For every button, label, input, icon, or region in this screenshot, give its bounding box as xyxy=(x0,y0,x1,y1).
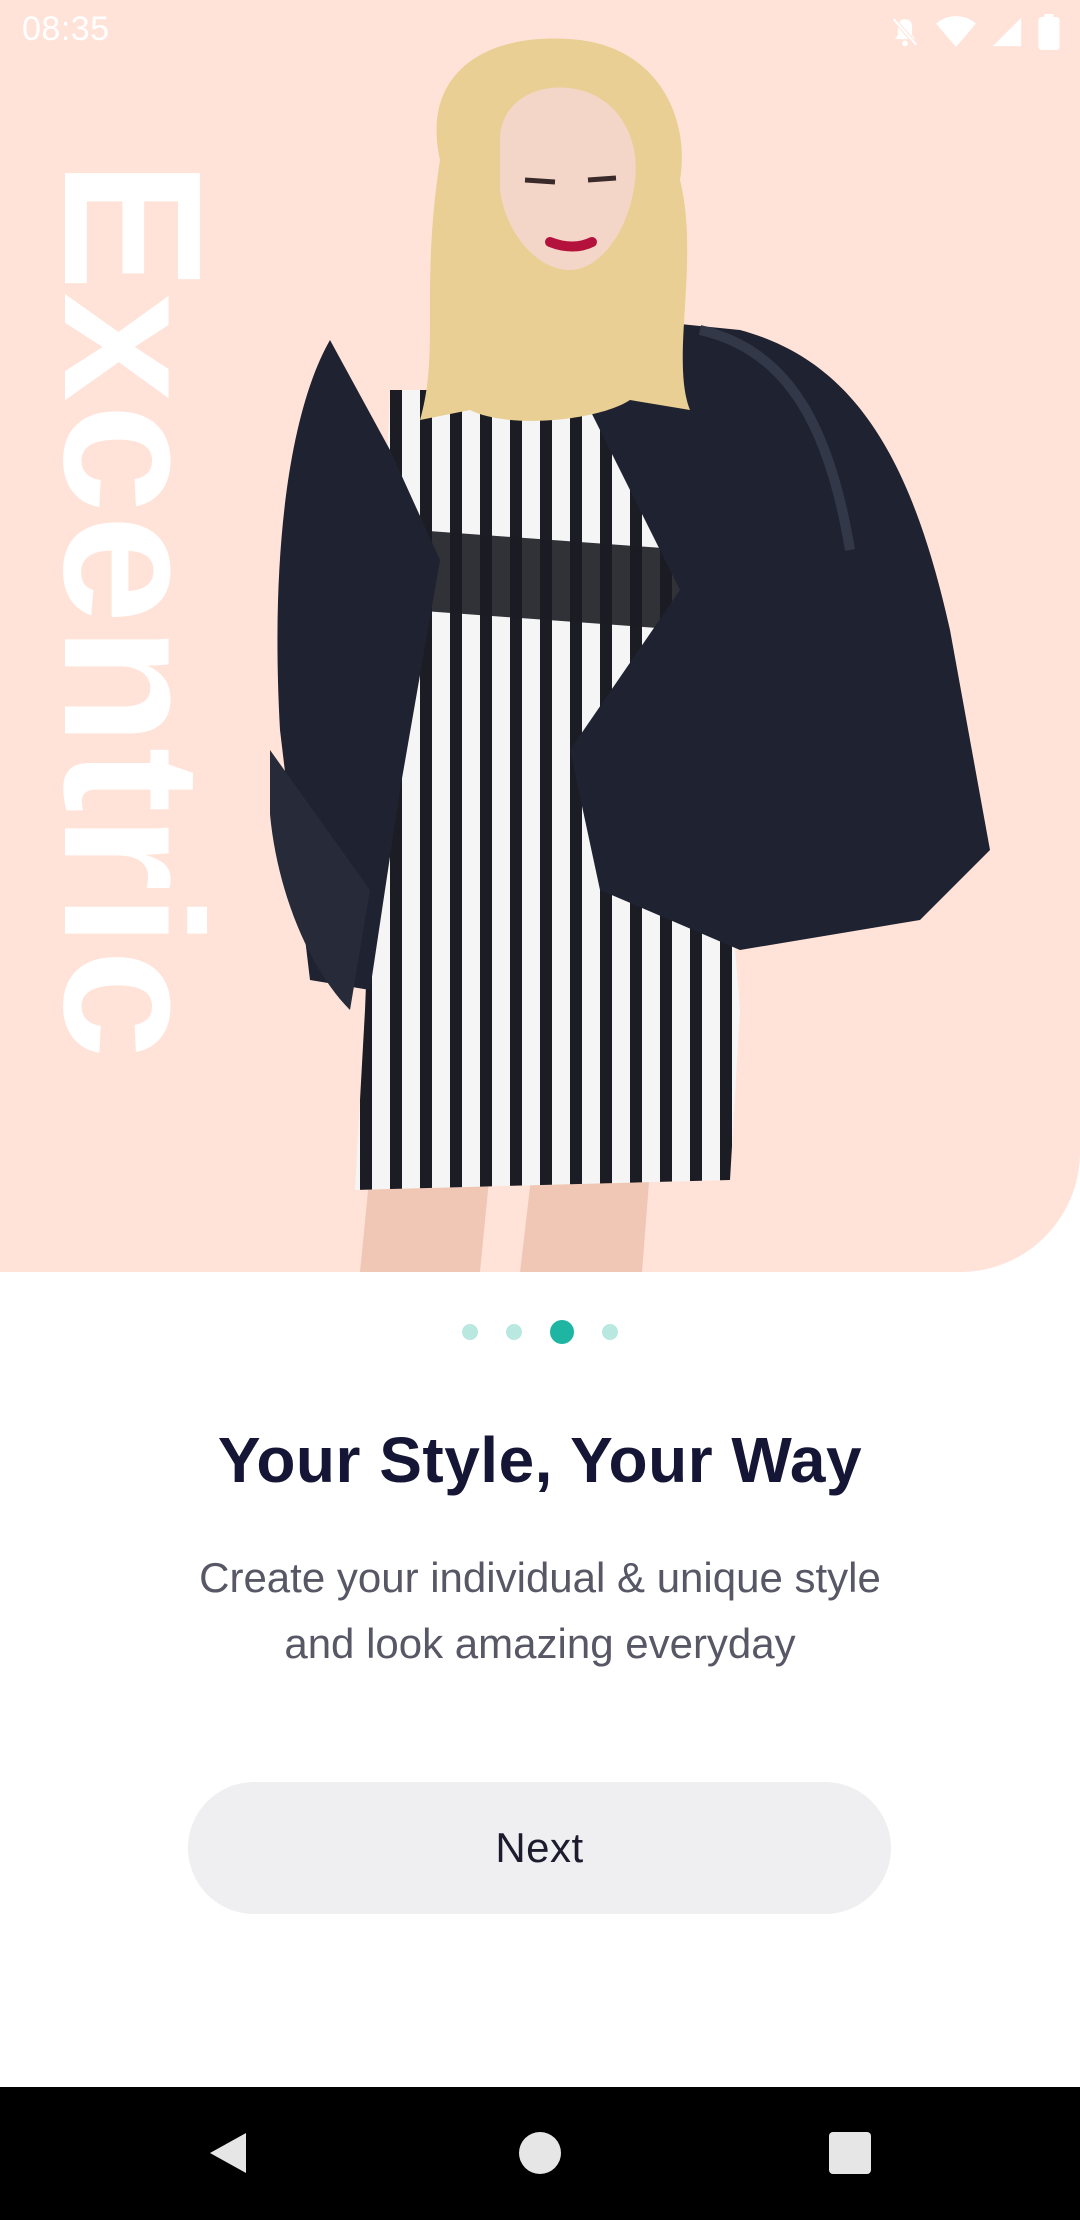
status-time: 08:35 xyxy=(22,10,110,48)
subtitle-line-2: and look amazing everyday xyxy=(284,1620,796,1667)
page-indicator xyxy=(0,1320,1080,1344)
battery-icon xyxy=(1038,14,1060,50)
next-button[interactable]: Next xyxy=(188,1782,891,1914)
subtitle-line-1: Create your individual & unique style xyxy=(199,1554,881,1601)
page-dot-2[interactable] xyxy=(506,1324,522,1340)
navigation-bar xyxy=(0,2087,1080,2220)
onboarding-title: Your Style, Your Way xyxy=(217,1424,863,1496)
onboarding-subtitle: Create your individual & unique style an… xyxy=(90,1545,990,1677)
status-icons xyxy=(888,14,1060,50)
home-icon[interactable] xyxy=(518,2123,562,2183)
page-dot-4[interactable] xyxy=(602,1324,618,1340)
content-sheet xyxy=(0,1272,1080,2087)
model-image xyxy=(270,38,990,1272)
back-icon[interactable] xyxy=(200,2123,260,2183)
signal-icon xyxy=(992,17,1022,47)
mute-icon xyxy=(892,17,918,47)
page-dot-1[interactable] xyxy=(462,1324,478,1340)
page-dot-3-active[interactable] xyxy=(550,1320,574,1344)
brand-vertical-text: Excentric xyxy=(23,160,242,1061)
recents-icon[interactable] xyxy=(828,2123,872,2183)
hero-panel: Excentric 08:35 xyxy=(0,0,1080,1272)
wifi-icon xyxy=(936,16,976,47)
status-bar: 08:35 xyxy=(0,0,1080,66)
